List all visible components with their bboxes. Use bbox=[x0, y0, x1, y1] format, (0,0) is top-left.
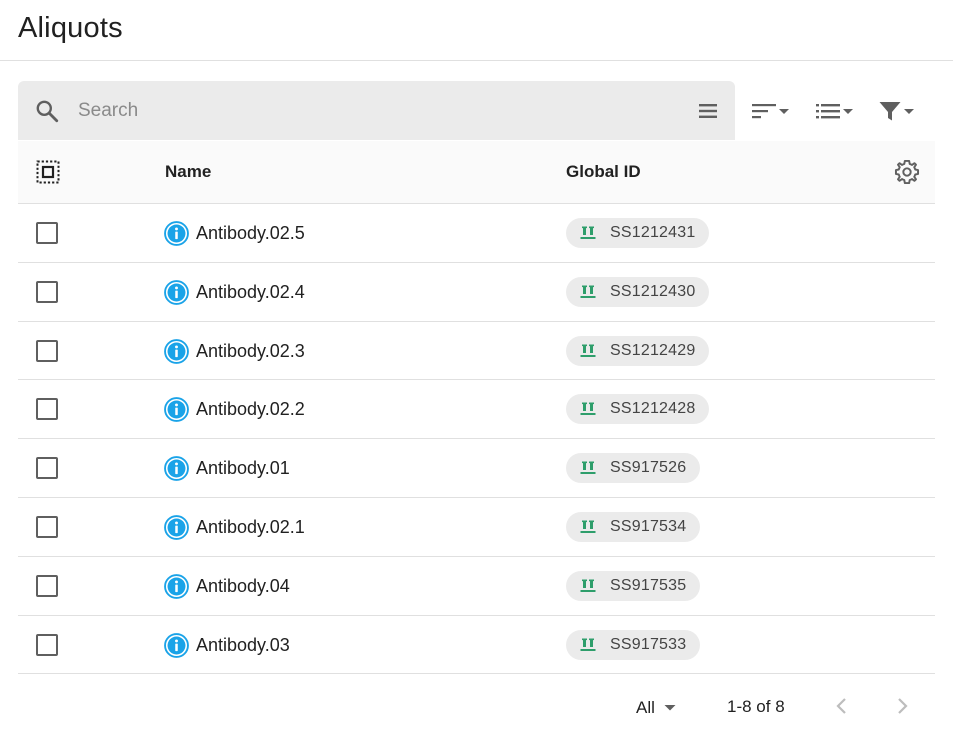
page-header: Aliquots bbox=[0, 0, 953, 61]
global-id-text: SS917534 bbox=[610, 517, 687, 535]
table-row[interactable]: Antibody.04 SS917535 bbox=[18, 557, 935, 616]
global-id-chip[interactable]: SS1212431 bbox=[566, 218, 710, 248]
global-id-text: SS1212429 bbox=[610, 341, 696, 359]
column-header-global-id[interactable]: Global ID bbox=[566, 162, 641, 182]
global-id-chip[interactable]: SS917535 bbox=[566, 570, 701, 601]
search-input[interactable] bbox=[78, 95, 678, 127]
rows-per-page-select[interactable]: All bbox=[636, 696, 677, 720]
pagination-range: 1-8 of 8 bbox=[727, 697, 785, 716]
table-header: Name Global ID bbox=[18, 141, 935, 204]
tube-icon bbox=[580, 520, 596, 533]
tube-icon bbox=[580, 461, 596, 475]
row-checkbox[interactable] bbox=[36, 280, 58, 303]
sort-icon bbox=[752, 104, 776, 119]
global-id-text: SS1212428 bbox=[610, 400, 696, 418]
gear-icon[interactable] bbox=[894, 159, 920, 185]
chevron-down-icon bbox=[904, 109, 914, 114]
row-checkbox[interactable] bbox=[36, 633, 58, 656]
row-checkbox[interactable] bbox=[36, 339, 58, 362]
row-checkbox[interactable] bbox=[36, 398, 58, 421]
rows-per-page-value: All bbox=[636, 698, 655, 717]
row-checkbox[interactable] bbox=[36, 222, 58, 244]
info-icon[interactable] bbox=[164, 338, 189, 364]
filter-button[interactable] bbox=[878, 96, 916, 126]
global-id-chip[interactable]: SS1212429 bbox=[566, 335, 710, 366]
table-row[interactable]: Antibody.03 SS917533 bbox=[18, 616, 935, 675]
table-pagination: All 1-8 of 8 bbox=[18, 680, 935, 732]
view-button[interactable] bbox=[815, 96, 855, 126]
chevron-down-icon bbox=[843, 109, 853, 114]
search-bar bbox=[18, 81, 735, 140]
row-name[interactable]: Antibody.03 bbox=[196, 635, 290, 656]
search-icon bbox=[36, 100, 59, 123]
filter-icon bbox=[879, 102, 901, 121]
row-checkbox[interactable] bbox=[36, 574, 58, 597]
global-id-text: SS1212430 bbox=[610, 282, 696, 300]
table-row[interactable]: Antibody.02.3 SS1212429 bbox=[18, 322, 935, 381]
global-id-text: SS917533 bbox=[610, 635, 687, 653]
info-icon[interactable] bbox=[164, 573, 189, 599]
view-list-icon bbox=[816, 104, 840, 119]
global-id-chip[interactable]: SS1212430 bbox=[566, 276, 710, 307]
global-id-chip[interactable]: SS917526 bbox=[566, 453, 701, 484]
row-name[interactable]: Antibody.02.5 bbox=[196, 223, 305, 244]
menu-icon[interactable] bbox=[696, 99, 720, 123]
row-checkbox[interactable] bbox=[36, 515, 58, 538]
info-icon[interactable] bbox=[164, 456, 189, 482]
table-row[interactable]: Antibody.02.2 SS1212428 bbox=[18, 380, 935, 440]
chevron-right-icon[interactable] bbox=[890, 694, 914, 718]
chevron-down-icon bbox=[664, 705, 676, 711]
global-id-chip[interactable]: SS917533 bbox=[566, 629, 701, 660]
global-id-chip[interactable]: SS1212428 bbox=[566, 394, 710, 425]
row-name[interactable]: Antibody.01 bbox=[196, 458, 290, 479]
tube-icon bbox=[580, 638, 596, 651]
table-row[interactable]: Antibody.01 SS917526 bbox=[18, 439, 935, 498]
table-row[interactable]: Antibody.02.1 SS917534 bbox=[18, 498, 935, 557]
info-icon[interactable] bbox=[164, 397, 189, 423]
tube-icon bbox=[580, 579, 596, 592]
select-all-icon[interactable] bbox=[36, 160, 60, 184]
global-id-text: SS1212431 bbox=[610, 224, 696, 241]
row-name[interactable]: Antibody.02.2 bbox=[196, 399, 305, 420]
row-name[interactable]: Antibody.04 bbox=[196, 576, 290, 597]
tube-icon bbox=[580, 285, 596, 298]
tube-icon bbox=[580, 402, 596, 416]
info-icon[interactable] bbox=[164, 515, 189, 540]
row-name[interactable]: Antibody.02.1 bbox=[196, 517, 305, 538]
global-id-text: SS917526 bbox=[610, 459, 687, 477]
chevron-down-icon bbox=[779, 109, 789, 114]
chevron-left-icon[interactable] bbox=[830, 694, 854, 718]
info-icon[interactable] bbox=[164, 279, 189, 305]
global-id-text: SS917535 bbox=[610, 576, 687, 594]
global-id-chip[interactable]: SS917534 bbox=[566, 511, 701, 542]
sort-button[interactable] bbox=[751, 96, 791, 126]
table-row[interactable]: Antibody.02.4 SS1212430 bbox=[18, 263, 935, 322]
row-name[interactable]: Antibody.02.3 bbox=[196, 341, 305, 362]
row-checkbox[interactable] bbox=[36, 457, 58, 480]
info-icon[interactable] bbox=[164, 632, 189, 658]
table-body: Antibody.02.5 SS1212431 Antibody.02.4 SS… bbox=[18, 204, 935, 675]
column-header-name[interactable]: Name bbox=[165, 162, 211, 182]
tube-icon bbox=[580, 226, 596, 239]
info-icon[interactable] bbox=[164, 221, 189, 246]
row-name[interactable]: Antibody.02.4 bbox=[196, 282, 305, 303]
table-row[interactable]: Antibody.02.5 SS1212431 bbox=[18, 204, 935, 263]
page-title: Aliquots bbox=[18, 12, 123, 44]
tube-icon bbox=[580, 344, 596, 357]
